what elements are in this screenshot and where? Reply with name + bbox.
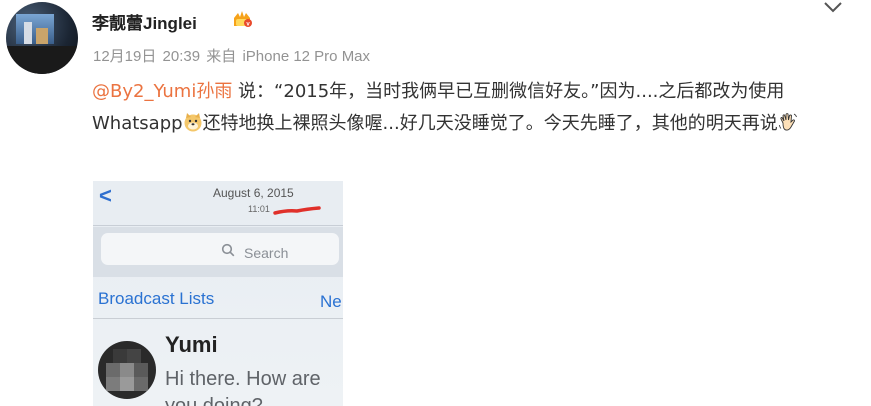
photo-search-field	[101, 233, 339, 265]
post-meta: 12月19日 20:39 来自 iPhone 12 Pro Max	[93, 45, 372, 66]
mention-link[interactable]: @By2_Yumi孙雨	[92, 81, 232, 102]
photo-time: 11:01	[248, 204, 270, 214]
wave-hand-emoji-icon	[778, 113, 797, 131]
post-image[interactable]: < August 6, 2015 11:01 Search Broadcast …	[93, 181, 343, 406]
post-source-prefix: 来自	[206, 48, 237, 65]
photo-date: August 6, 2015	[213, 186, 294, 200]
photo-divider	[93, 225, 343, 226]
post-time[interactable]: 20:39	[163, 48, 201, 65]
post-text: @By2_Yumi孙雨 说：“2015年，当时我俩早已互删微信好友。”因为...…	[92, 76, 852, 140]
doge-emoji-icon	[184, 113, 202, 132]
photo-contact-avatar-pixelated	[98, 341, 156, 399]
chevron-down-icon[interactable]	[822, 0, 844, 14]
photo-contact-name: Yumi	[165, 332, 218, 357]
photo-broadcast-lists: Broadcast Lists	[98, 289, 215, 308]
photo-search-placeholder: Search	[244, 245, 289, 261]
photo-divider-2	[93, 318, 343, 319]
post-device: iPhone 12 Pro Max	[242, 48, 371, 65]
user-avatar[interactable]	[6, 2, 78, 74]
gold-v-badge-icon[interactable]: v	[231, 9, 253, 29]
username[interactable]: 李靓蕾Jinglei	[92, 9, 197, 34]
chevron-left-icon: <	[99, 183, 112, 208]
red-underline-mark	[273, 206, 321, 215]
photo-message-preview: Hi there. How are you doing?	[165, 368, 321, 406]
post-date[interactable]: 12月19日	[93, 48, 156, 65]
photo-new-group: Ne	[320, 292, 342, 311]
search-icon	[221, 243, 235, 257]
post-text-part-2: 还特地换上裸照头像喔...好几天没睡觉了。今天先睡了，其他的明天再说	[202, 113, 778, 134]
